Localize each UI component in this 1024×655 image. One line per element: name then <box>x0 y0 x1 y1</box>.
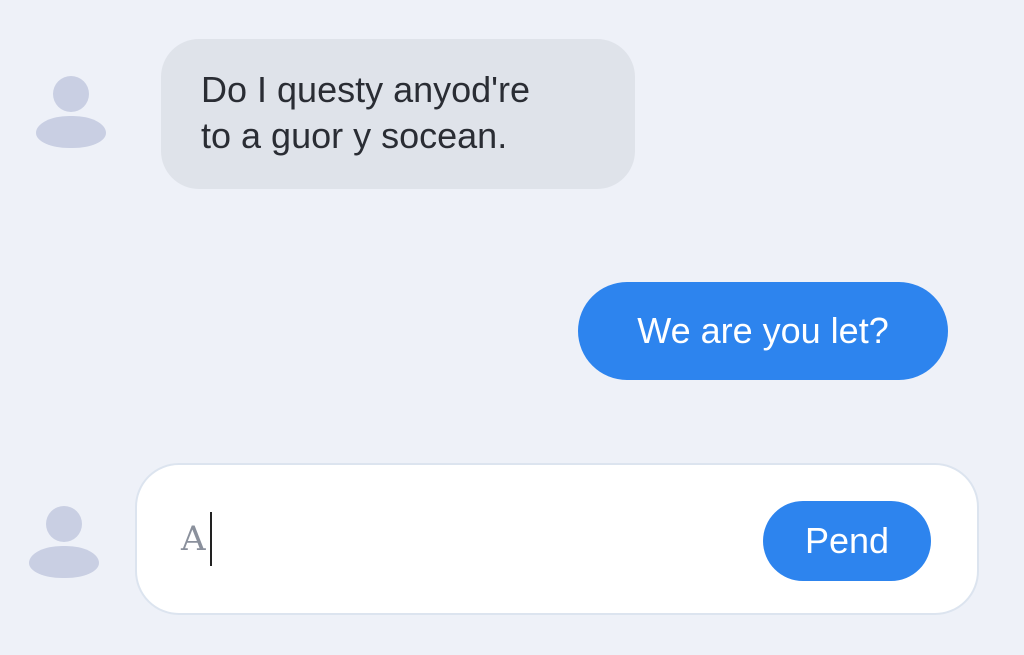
outgoing-message-text: We are you let? <box>637 310 889 351</box>
avatar-head <box>53 76 89 112</box>
incoming-message-bubble: Do I questy anyod're to a guor y socean. <box>161 39 635 189</box>
contact-avatar-icon <box>36 76 106 156</box>
text-caret <box>209 512 212 566</box>
send-button[interactable]: Pend <box>763 501 931 581</box>
message-composer[interactable]: A Pend <box>135 463 979 615</box>
outgoing-message-bubble: We are you let? <box>578 282 948 380</box>
incoming-message-line: to a guor y socean. <box>201 115 508 156</box>
avatar-shoulders <box>29 546 99 578</box>
self-avatar-icon <box>29 506 99 586</box>
avatar-shoulders <box>36 116 106 148</box>
avatar-head <box>46 506 82 542</box>
message-input-value: A <box>181 519 206 559</box>
message-input[interactable]: A <box>181 511 212 567</box>
incoming-message-line: Do I questy anyod're <box>201 69 531 110</box>
